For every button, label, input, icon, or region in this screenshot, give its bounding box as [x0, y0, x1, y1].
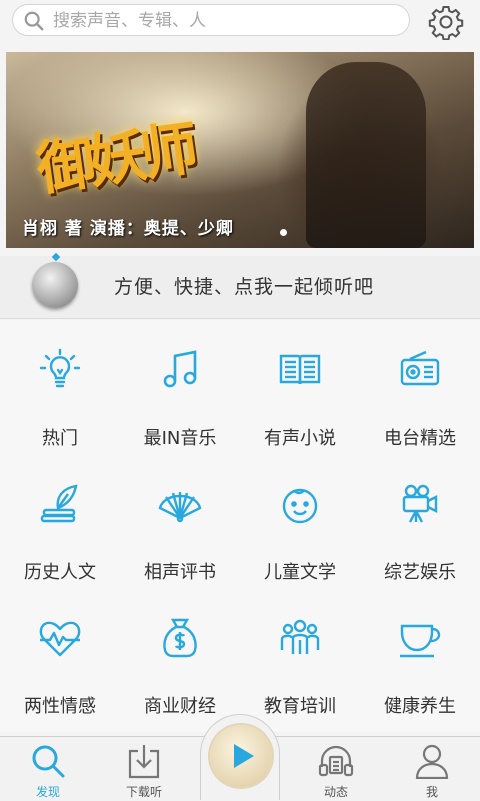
- book-icon: [279, 354, 321, 385]
- category-health[interactable]: 健康养生: [360, 588, 480, 722]
- category-label: 健康养生: [384, 696, 456, 717]
- category-label: 热门: [42, 428, 78, 449]
- heartbeat-icon: [39, 621, 81, 657]
- category-label: 历史人文: [24, 562, 96, 583]
- player-dock: [200, 714, 280, 800]
- tab-activity[interactable]: 动态: [288, 737, 384, 801]
- person-icon: [415, 744, 449, 779]
- category-education[interactable]: 教育培训: [240, 588, 360, 722]
- banner-page-indicator: [280, 229, 287, 236]
- category-audiobook[interactable]: 有声小说: [240, 320, 360, 454]
- gear-icon[interactable]: [428, 4, 464, 40]
- category-radio[interactable]: 电台精选: [360, 320, 480, 454]
- category-label: 相声评书: [144, 562, 216, 583]
- quill-books-icon: [40, 484, 78, 523]
- category-business[interactable]: 商业财经: [120, 588, 240, 722]
- music-note-icon: [163, 350, 197, 388]
- headphones-icon: [318, 745, 354, 777]
- category-music[interactable]: 最IN音乐: [120, 320, 240, 454]
- banner-title-art: 御妖师: [32, 114, 197, 204]
- featured-banner[interactable]: 御妖师 肖栩 著 演播：奥提、少卿: [6, 52, 474, 248]
- tab-label: 我: [425, 785, 438, 799]
- category-grid: 热门 最IN音乐 有声小说 电台精选 历史人文 相声评书 儿童文学 综艺娱乐 两…: [0, 320, 480, 732]
- category-children[interactable]: 儿童文学: [240, 454, 360, 588]
- promo-text: 方便、快捷、点我一起倾听吧: [114, 276, 375, 298]
- category-label: 电台精选: [384, 428, 456, 449]
- promo-strip[interactable]: 方便、快捷、点我一起倾听吧: [0, 252, 480, 319]
- category-label: 有声小说: [264, 428, 336, 449]
- money-bag-icon: [163, 618, 197, 658]
- play-icon: [234, 744, 254, 768]
- category-label: 综艺娱乐: [384, 562, 456, 583]
- download-icon: [128, 745, 160, 779]
- banner-character-art: [306, 62, 426, 248]
- category-crosstalk[interactable]: 相声评书: [120, 454, 240, 588]
- category-hot[interactable]: 热门: [0, 320, 120, 454]
- knob-icon: [32, 262, 78, 308]
- tab-label: 下载听: [125, 785, 162, 799]
- child-face-icon: [282, 488, 318, 524]
- category-label: 最IN音乐: [143, 428, 217, 449]
- category-history[interactable]: 历史人文: [0, 454, 120, 588]
- category-label: 教育培训: [264, 696, 336, 717]
- top-bar: [0, 0, 480, 48]
- tab-me[interactable]: 我: [384, 737, 480, 801]
- category-label: 两性情感: [24, 696, 96, 717]
- play-button[interactable]: [210, 725, 272, 787]
- tab-download[interactable]: 下载听: [96, 737, 192, 801]
- search-box[interactable]: [12, 4, 410, 36]
- group-icon: [280, 619, 320, 654]
- search-icon: [24, 11, 44, 31]
- tab-discover[interactable]: 发现: [0, 737, 96, 801]
- search-input[interactable]: [51, 7, 395, 35]
- category-label: 商业财经: [144, 696, 216, 717]
- video-camera-icon: [402, 484, 438, 523]
- lightbulb-icon: [39, 348, 81, 388]
- knob-indicator: [51, 252, 61, 262]
- tab-label: 发现: [35, 785, 60, 799]
- teacup-icon: [400, 624, 441, 658]
- search-icon: [32, 745, 65, 778]
- tab-label: 动态: [323, 785, 348, 799]
- fan-icon: [158, 492, 202, 523]
- category-relationships[interactable]: 两性情感: [0, 588, 120, 722]
- category-variety[interactable]: 综艺娱乐: [360, 454, 480, 588]
- radio-icon: [400, 350, 440, 386]
- banner-credits: 肖栩 著 演播：奥提、少卿: [22, 219, 234, 239]
- category-label: 儿童文学: [264, 562, 336, 583]
